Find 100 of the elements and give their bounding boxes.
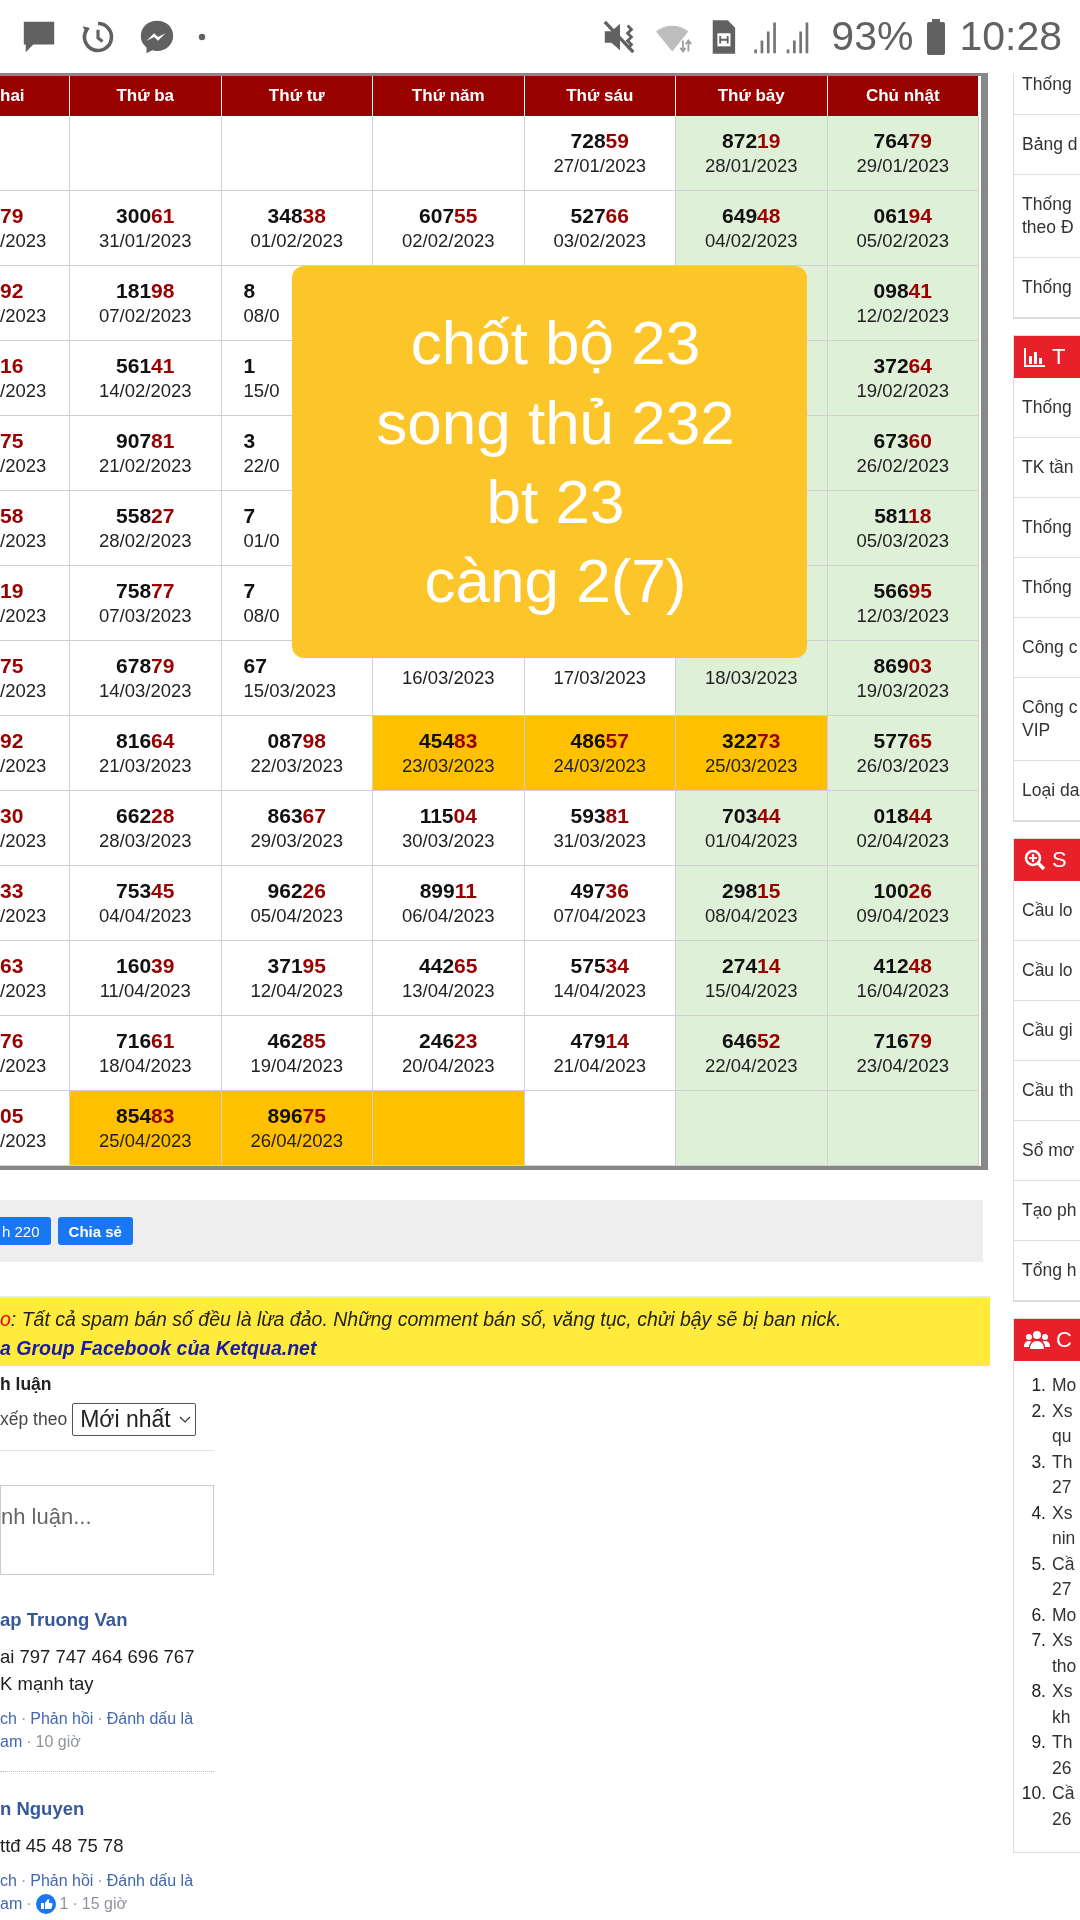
sidebar-link[interactable]: Thống: [1014, 258, 1080, 318]
sidebar-link[interactable]: Tổng h: [1014, 1241, 1080, 1301]
draw-date: 15/0: [243, 382, 280, 401]
result-number: 8: [243, 280, 256, 302]
sidebar-link[interactable]: Thống theo Đ: [1014, 175, 1080, 258]
ranked-link[interactable]: Mo: [1052, 1602, 1077, 1628]
sidebar-link[interactable]: Công c VIP: [1014, 678, 1080, 761]
result-number: 70344: [722, 805, 781, 827]
ranked-link[interactable]: Mo: [1052, 1373, 1077, 1399]
share-button[interactable]: h 220: [0, 1217, 51, 1245]
result-number: 63: [0, 955, 24, 977]
sidebar-link[interactable]: Thống: [1014, 558, 1080, 618]
comment-action-link[interactable]: Đánh dấu là: [106, 1707, 194, 1730]
draw-date: 03/02/2023: [553, 232, 647, 251]
result-number: 75: [0, 655, 24, 677]
sidebar-link[interactable]: Bảng d: [1014, 115, 1080, 175]
ranked-link[interactable]: Th 26: [1052, 1730, 1073, 1781]
comment-input[interactable]: nh luận...: [0, 1485, 214, 1575]
sidebar-link[interactable]: Công c: [1014, 618, 1080, 678]
separator-dot: ·: [97, 1709, 103, 1729]
facebook-group-link[interactable]: a Group Facebook của Ketqua.net: [0, 1334, 317, 1362]
result-number: 71661: [116, 1030, 175, 1052]
sidebar-link[interactable]: Cầu gi: [1014, 1001, 1080, 1061]
result-number: 72859: [570, 130, 629, 152]
share-button[interactable]: Chia sẻ: [57, 1217, 133, 1245]
sidebar-link[interactable]: Sổ mơ: [1014, 1121, 1080, 1181]
draw-date: 20/04/2023: [401, 1057, 495, 1076]
column-header: Thứ tư: [221, 76, 373, 116]
draw-date: 07/02/2023: [98, 307, 192, 326]
draw-date: 12/03/2023: [856, 607, 950, 626]
draw-date: 06/04/2023: [401, 907, 495, 926]
draw-date: 25/04/2023: [98, 1132, 192, 1151]
result-number: 89911: [419, 880, 477, 902]
draw-date: 17/03/2023: [553, 668, 647, 688]
result-number: 76: [0, 1030, 24, 1052]
draw-date: 01/02/2023: [250, 232, 344, 251]
section-title: T: [1052, 344, 1066, 370]
ranked-link[interactable]: Xs qu: [1052, 1398, 1073, 1450]
draw-date: 21/03/2023: [98, 757, 192, 776]
comment-action-link[interactable]: Phản hồi: [30, 1707, 94, 1730]
draw-date: /2023: [0, 307, 47, 326]
draw-date: /2023: [0, 232, 47, 251]
sidebar-link[interactable]: Cầu th: [1014, 1061, 1080, 1121]
result-number: 57534: [570, 955, 629, 977]
result-number: 32273: [722, 730, 781, 752]
sidebar-link[interactable]: TK tần: [1014, 438, 1080, 498]
sidebar-link[interactable]: Cầu lo: [1014, 941, 1080, 1001]
result-number: 67360: [873, 430, 932, 452]
sort-dropdown[interactable]: Mới nhất: [72, 1403, 196, 1436]
result-number: 52766: [570, 205, 629, 227]
separator-dot: ·: [20, 1871, 27, 1891]
result-number: 44265: [419, 955, 478, 977]
ranked-link[interactable]: Cầ 26: [1052, 1781, 1075, 1832]
comment-author[interactable]: ap Truong Van: [0, 1609, 214, 1631]
comment-action-link[interactable]: ch: [0, 1707, 17, 1730]
draw-date: 05/03/2023: [856, 532, 950, 551]
draw-date: /2023: [0, 832, 47, 851]
separator-dot: ·: [26, 1894, 32, 1914]
comment-action-link[interactable]: Đánh dấu là: [106, 1869, 194, 1892]
draw-date: /2023: [0, 907, 47, 926]
notice-text: o: Tất cả spam bán số đều là lừa đảo. Những comment bán số, văng tục, chửi bậy sẽ bị ban nick.: [0, 1307, 843, 1332]
sidebar-link[interactable]: Thống: [1014, 498, 1080, 558]
sidebar-link[interactable]: Loại da: [1014, 761, 1080, 821]
column-header: Chủ nhật: [827, 76, 979, 116]
column-header: Thứ năm: [373, 76, 525, 116]
result-number: 86903: [873, 655, 932, 677]
comment-action-link[interactable]: am: [0, 1730, 23, 1753]
ranked-link[interactable]: Cầ 27: [1052, 1551, 1075, 1603]
ranked-link[interactable]: Xs tho: [1052, 1628, 1077, 1679]
result-number: 67879: [116, 655, 175, 677]
draw-date: 31/03/2023: [553, 832, 647, 851]
result-number: 30: [0, 805, 24, 827]
result-number: 59381: [570, 805, 629, 827]
result-number: 87219: [722, 130, 781, 152]
draw-date: 14/03/2023: [98, 682, 192, 701]
dot-icon: [198, 32, 206, 41]
result-number: 86367: [267, 805, 326, 827]
comment-action-link[interactable]: am: [0, 1892, 23, 1915]
ranked-link[interactable]: Xs nin: [1052, 1500, 1076, 1552]
sidebar-link[interactable]: Thống: [1014, 378, 1080, 438]
comment-text: ai 797 747 464 696 767 K mạnh tay: [0, 1645, 196, 1696]
draw-date: 07/04/2023: [553, 907, 647, 926]
sidebar-link[interactable]: Tạo ph: [1014, 1181, 1080, 1241]
draw-date: 29/01/2023: [856, 157, 950, 176]
result-number: 92: [0, 730, 24, 752]
draw-date: 21/04/2023: [553, 1057, 647, 1076]
sidebar-link[interactable]: Thống: [1014, 73, 1080, 115]
comment-action-link[interactable]: ch: [0, 1869, 17, 1892]
comment-action-link[interactable]: Phản hồi: [30, 1869, 94, 1892]
draw-date: 23/04/2023: [856, 1057, 950, 1076]
result-number: 1: [243, 355, 256, 377]
draw-date: 04/04/2023: [98, 907, 192, 926]
draw-date: 27/01/2023: [553, 157, 647, 176]
result-number: 48657: [570, 730, 629, 752]
comment-author[interactable]: n Nguyen: [0, 1798, 214, 1820]
text-overlay: chốt bộ 23 song thủ 232 bt 23 càng 2(7): [292, 266, 807, 658]
ranked-link[interactable]: Xs kh: [1052, 1679, 1073, 1730]
result-number: 34838: [267, 205, 326, 227]
sidebar-link[interactable]: Cầu lo: [1014, 881, 1080, 941]
ranked-link[interactable]: Th 27: [1052, 1449, 1073, 1501]
